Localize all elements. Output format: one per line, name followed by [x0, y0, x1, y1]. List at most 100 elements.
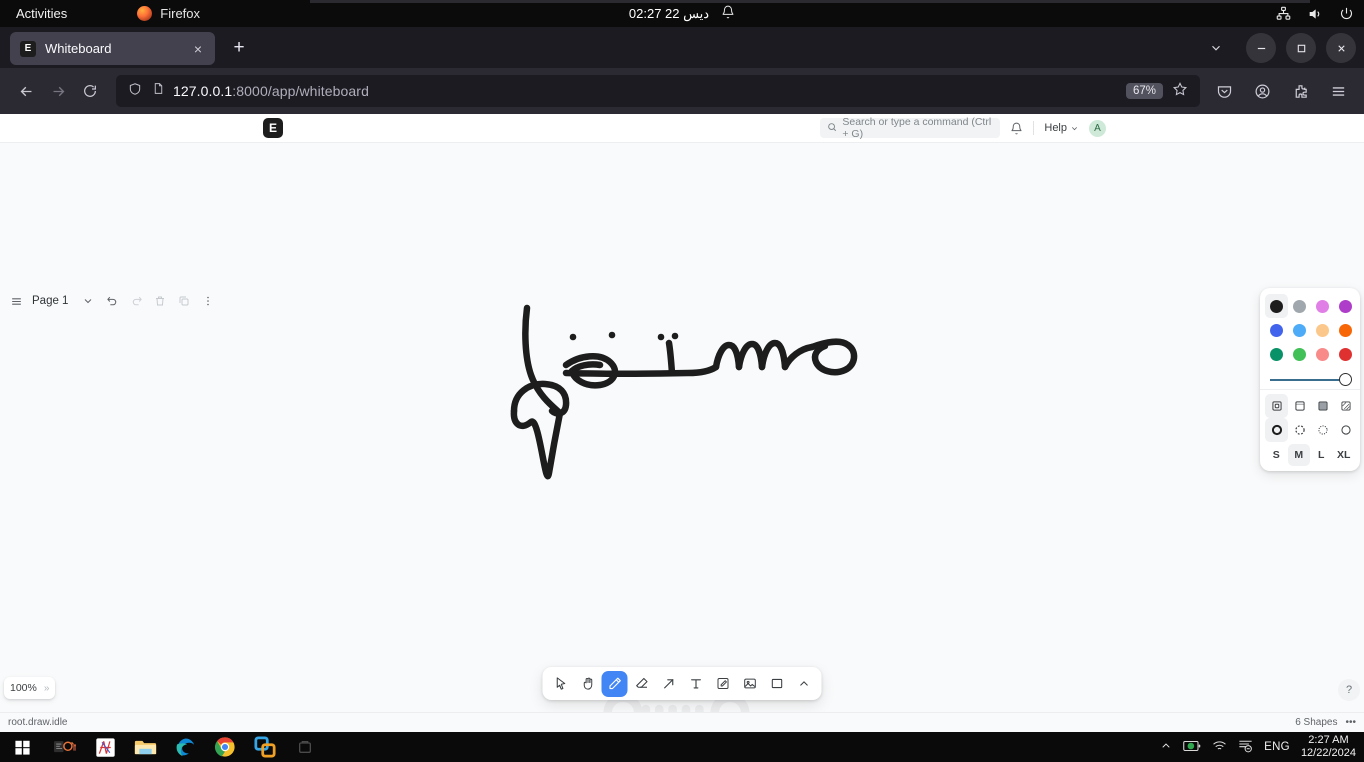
close-window-icon[interactable] [1326, 33, 1356, 63]
power-icon[interactable] [1339, 6, 1354, 21]
page-icon[interactable] [152, 82, 165, 100]
color-swatch-red[interactable] [1334, 342, 1357, 366]
network-icon[interactable] [1276, 6, 1291, 21]
chevron-up-icon[interactable] [1160, 740, 1172, 755]
duplicate-icon[interactable] [172, 289, 196, 313]
battery-icon[interactable] [1183, 740, 1201, 755]
hand-tool[interactable] [575, 671, 601, 697]
size-s[interactable]: S [1265, 444, 1288, 466]
back-arrow-icon[interactable] [10, 75, 42, 107]
dash-solid-icon[interactable] [1334, 418, 1357, 442]
rectangle-tool[interactable] [764, 671, 790, 697]
pocket-icon[interactable] [1208, 75, 1240, 107]
gnome-clock[interactable]: 02:27 22 ديس [629, 6, 709, 22]
taskbar-vmware[interactable] [248, 732, 282, 762]
close-icon[interactable]: × [189, 40, 207, 58]
color-swatch-light-violet[interactable] [1311, 294, 1334, 318]
action-center-icon[interactable] [1238, 739, 1253, 756]
volume-icon[interactable] [1307, 6, 1323, 22]
shape-count-label: 6 Shapes [1295, 717, 1337, 728]
page-zoom-level[interactable]: 67% [1126, 83, 1163, 99]
eraser-tool[interactable] [629, 671, 655, 697]
dash-dashed-icon[interactable] [1288, 418, 1311, 442]
whiteboard-canvas[interactable]: Page 1 [0, 143, 1364, 712]
star-icon[interactable] [1172, 81, 1188, 102]
reload-icon[interactable] [74, 75, 106, 107]
extensions-icon[interactable] [1284, 75, 1316, 107]
color-swatch-orange[interactable] [1334, 318, 1357, 342]
fill-semi-icon[interactable] [1288, 394, 1311, 418]
search-input[interactable]: Search or type a command (Ctrl + G) [820, 118, 1000, 138]
new-tab-button[interactable]: + [224, 33, 254, 63]
color-swatch-blue[interactable] [1265, 318, 1288, 342]
taskbar-app-extra[interactable] [288, 732, 322, 762]
trash-icon[interactable] [148, 289, 172, 313]
size-m[interactable]: M [1288, 444, 1311, 466]
fill-solid-icon[interactable] [1311, 394, 1334, 418]
help-button[interactable]: ? [1338, 679, 1360, 701]
zoom-expand-icon[interactable]: » [44, 683, 50, 694]
taskbar-chrome[interactable] [208, 732, 242, 762]
dash-draw-icon[interactable] [1265, 418, 1288, 442]
zoom-value[interactable]: 100% [10, 682, 37, 694]
draw-tool[interactable] [602, 671, 628, 697]
select-tool[interactable] [548, 671, 574, 697]
restore-icon[interactable] [1286, 33, 1316, 63]
taskbar-file-explorer[interactable] [128, 732, 162, 762]
color-swatch-light-blue[interactable] [1288, 318, 1311, 342]
windows-start-icon[interactable] [0, 732, 44, 762]
avatar[interactable]: A [1089, 120, 1106, 137]
bell-icon[interactable] [721, 5, 735, 22]
note-tool[interactable] [710, 671, 736, 697]
taskbar-edge[interactable] [168, 732, 202, 762]
activities-button[interactable]: Activities [0, 6, 81, 21]
browser-tab-whiteboard[interactable]: E Whiteboard × [10, 32, 215, 65]
dash-dotted-icon[interactable] [1311, 418, 1334, 442]
notifications-bell-icon[interactable] [1010, 122, 1023, 135]
chevron-down-icon[interactable] [76, 289, 100, 313]
color-swatch-black[interactable] [1265, 294, 1288, 318]
taskbar-date: 12/22/2024 [1301, 747, 1356, 760]
help-menu[interactable]: Help [1044, 122, 1079, 134]
account-icon[interactable] [1246, 75, 1278, 107]
color-swatch-yellow[interactable] [1311, 318, 1334, 342]
chevron-down-icon[interactable] [1196, 33, 1236, 63]
language-indicator[interactable]: ENG [1264, 741, 1290, 753]
image-tool[interactable] [737, 671, 763, 697]
fill-none-icon[interactable] [1265, 394, 1288, 418]
url-bar[interactable]: 127.0.0.1:8000/app/whiteboard 67% [116, 75, 1200, 107]
url-host: 127.0.0.1 [173, 83, 232, 99]
gnome-status-icons[interactable] [1276, 0, 1354, 27]
undo-icon[interactable] [100, 289, 124, 313]
wifi-icon[interactable] [1212, 739, 1227, 755]
hamburger-icon[interactable] [4, 289, 28, 313]
shield-icon[interactable] [128, 82, 142, 101]
text-tool[interactable] [683, 671, 709, 697]
size-xl[interactable]: XL [1333, 444, 1356, 466]
color-swatch-light-red[interactable] [1311, 342, 1334, 366]
page-name-label[interactable]: Page 1 [28, 295, 76, 307]
more-tools-chevron-up-icon[interactable] [791, 671, 817, 697]
fill-pattern-icon[interactable] [1334, 394, 1357, 418]
taskbar-app-ks[interactable] [88, 732, 122, 762]
zoom-control[interactable]: 100% » [4, 677, 55, 699]
panel-divider [1260, 389, 1360, 390]
more-vertical-icon[interactable] [196, 289, 220, 313]
minimize-icon[interactable] [1246, 33, 1276, 63]
arrow-tool[interactable] [656, 671, 682, 697]
hamburger-menu-icon[interactable] [1322, 75, 1354, 107]
status-more-icon[interactable]: ••• [1345, 717, 1356, 728]
taskbar-app-terminal[interactable] [48, 732, 82, 762]
color-swatch-violet[interactable] [1334, 294, 1357, 318]
header-divider [1033, 121, 1034, 135]
active-app-indicator[interactable]: Firefox [137, 6, 200, 21]
opacity-slider[interactable] [1265, 366, 1355, 388]
url-bar-actions: 67% [1126, 81, 1192, 102]
taskbar-clock[interactable]: 2:27 AM 12/22/2024 [1301, 734, 1356, 760]
slider-knob[interactable] [1339, 373, 1352, 386]
color-swatch-grey[interactable] [1288, 294, 1311, 318]
color-swatch-green[interactable] [1265, 342, 1288, 366]
app-logo[interactable]: E [263, 118, 283, 138]
size-l[interactable]: L [1310, 444, 1333, 466]
color-swatch-light-green[interactable] [1288, 342, 1311, 366]
